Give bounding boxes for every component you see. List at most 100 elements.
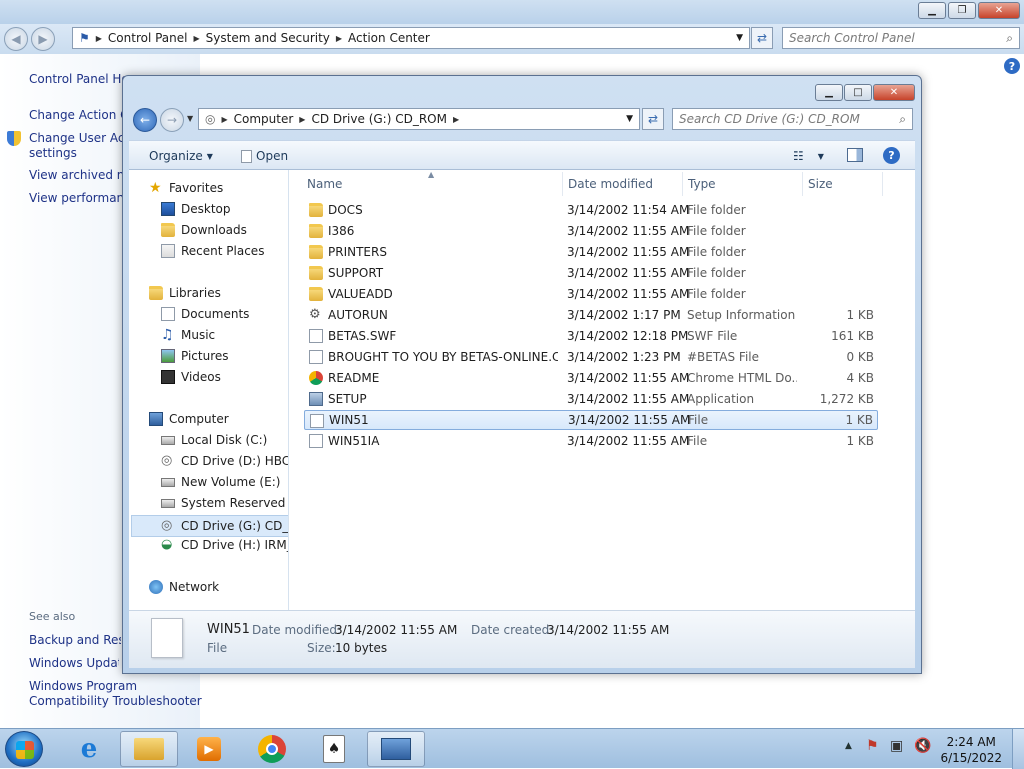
breadcrumb-computer[interactable]: Computer bbox=[234, 112, 294, 126]
libraries-icon bbox=[149, 286, 163, 300]
details-date-modified-label: Date modified: bbox=[252, 623, 342, 637]
file-row-support[interactable]: SUPPORT 3/14/2002 11:55 AM File folder bbox=[304, 263, 878, 283]
taskbar-solitaire[interactable]: ♠ bbox=[305, 731, 363, 767]
control-panel-icon bbox=[381, 738, 411, 760]
compat-troubleshooter-link-cont[interactable]: Compatibility Troubleshooter bbox=[29, 694, 202, 708]
nav-cd-drive-g[interactable]: ◎ CD Drive (G:) CD_RO bbox=[131, 515, 288, 537]
taskbar-internet-explorer[interactable]: e bbox=[60, 731, 118, 767]
column-divider[interactable] bbox=[562, 172, 563, 196]
view-performance-link[interactable]: View performance information bbox=[29, 191, 123, 205]
file-row-i386[interactable]: I386 3/14/2002 11:55 AM File folder bbox=[304, 221, 878, 241]
back-button[interactable]: ◀ bbox=[4, 27, 28, 51]
nav-recent-places[interactable]: Recent Places bbox=[161, 244, 264, 258]
nav-cd-drive-h[interactable]: ◒ CD Drive (H:) IRM_SI bbox=[161, 538, 288, 553]
column-header-name[interactable]: Name bbox=[307, 177, 342, 191]
organize-button[interactable]: Organize ▼ bbox=[149, 149, 213, 163]
windows-update-link[interactable]: Windows Update bbox=[29, 656, 119, 670]
file-row-win51ia[interactable]: WIN51IA 3/14/2002 11:55 AM File 1 KB bbox=[304, 431, 878, 451]
explorer-search-input[interactable]: Search CD Drive (G:) CD_ROM ⌕ bbox=[672, 108, 913, 130]
column-divider[interactable] bbox=[882, 172, 883, 196]
forward-button[interactable]: ▶ bbox=[31, 27, 55, 51]
explorer-forward-button[interactable]: → bbox=[160, 108, 184, 132]
explorer-minimize-button[interactable]: ▁ bbox=[815, 84, 843, 101]
show-hidden-icons-button[interactable]: ▲ bbox=[845, 741, 852, 751]
column-divider[interactable] bbox=[682, 172, 683, 196]
taskbar-media-player[interactable]: ▶ bbox=[180, 731, 238, 767]
explorer-close-button[interactable]: ✕ bbox=[873, 84, 915, 101]
breadcrumb-system-security[interactable]: System and Security bbox=[206, 31, 330, 45]
start-orb-button[interactable] bbox=[5, 731, 43, 767]
column-header-date[interactable]: Date modified bbox=[568, 177, 653, 191]
nav-pictures[interactable]: Pictures bbox=[161, 349, 229, 363]
see-also-heading: See also bbox=[29, 610, 76, 623]
nav-network[interactable]: Network bbox=[149, 580, 219, 594]
nav-music[interactable]: ♫ Music bbox=[161, 328, 215, 342]
column-header-size[interactable]: Size bbox=[808, 177, 833, 191]
view-list-icon: ☷ bbox=[793, 149, 804, 163]
explorer-back-button[interactable]: ← bbox=[133, 108, 157, 132]
control-panel-home-link[interactable]: Control Panel Home bbox=[29, 72, 125, 86]
explorer-maximize-button[interactable]: □ bbox=[844, 84, 872, 101]
view-archived-link[interactable]: View archived messages bbox=[29, 168, 123, 182]
clock-date: 6/15/2022 bbox=[940, 751, 1002, 765]
compat-troubleshooter-link[interactable]: Windows Program bbox=[29, 679, 137, 693]
media-player-icon: ▶ bbox=[197, 737, 221, 761]
column-divider[interactable] bbox=[802, 172, 803, 196]
taskbar-clock[interactable]: 2:24 AM 6/15/2022 bbox=[940, 734, 1002, 766]
nav-downloads[interactable]: Downloads bbox=[161, 223, 247, 237]
chevron-down-icon[interactable]: ▼ bbox=[626, 114, 633, 124]
backup-restore-link[interactable]: Backup and Restore bbox=[29, 633, 121, 647]
nav-libraries[interactable]: Libraries bbox=[149, 286, 221, 300]
nav-new-volume-e[interactable]: New Volume (E:) bbox=[161, 475, 280, 489]
volume-muted-icon[interactable]: 🔇 bbox=[914, 738, 931, 754]
breadcrumb-control-panel[interactable]: Control Panel bbox=[108, 31, 188, 45]
control-panel-navbar: ◀ ▶ ⚑ ▶ Control Panel ▶ System and Secur… bbox=[0, 24, 1024, 54]
change-view-button[interactable]: ☷ ▼ bbox=[793, 149, 824, 163]
file-row-setup[interactable]: SETUP 3/14/2002 11:55 AM Application 1,272 … bbox=[304, 389, 878, 409]
navigation-pane: ★ Favorites Desktop Downloads Recent Pla… bbox=[129, 170, 289, 610]
nav-local-disk-c[interactable]: Local Disk (C:) bbox=[161, 433, 267, 447]
nav-videos[interactable]: Videos bbox=[161, 370, 221, 384]
explorer-refresh-button[interactable]: ⇄ bbox=[642, 108, 664, 130]
explorer-address-bar[interactable]: ◎ ▶ Computer ▶ CD Drive (G:) CD_ROM ▶ ▼ bbox=[198, 108, 640, 130]
column-header-type[interactable]: Type bbox=[688, 177, 716, 191]
recent-pages-chevron-icon[interactable]: ▼ bbox=[187, 114, 193, 123]
breadcrumb-action-center[interactable]: Action Center bbox=[348, 31, 430, 45]
file-row-brought-to-you-by-betas-online-c[interactable]: BROUGHT TO YOU BY BETAS-ONLINE.C... 3/14/… bbox=[304, 347, 878, 367]
nav-documents[interactable]: Documents bbox=[161, 307, 249, 321]
open-button[interactable]: Open bbox=[241, 149, 288, 163]
action-center-flag-icon[interactable]: ⚑ bbox=[866, 738, 879, 754]
explorer-help-button[interactable]: ? bbox=[883, 147, 900, 164]
file-row-printers[interactable]: PRINTERS 3/14/2002 11:55 AM File folder bbox=[304, 242, 878, 262]
file-row-autorun[interactable]: ⚙ AUTORUN 3/14/2002 1:17 PM Setup Informati… bbox=[304, 305, 878, 325]
network-status-icon[interactable]: ▣ bbox=[890, 738, 903, 754]
taskbar-chrome[interactable] bbox=[243, 731, 301, 767]
search-input[interactable]: Search Control Panel ⌕ bbox=[782, 27, 1020, 49]
minimize-button[interactable]: ▁ bbox=[918, 2, 946, 19]
nav-system-reserved-f[interactable]: System Reserved (F:) bbox=[161, 496, 288, 510]
breadcrumb-cd-drive[interactable]: CD Drive (G:) CD_ROM bbox=[311, 112, 447, 126]
file-row-win51[interactable]: WIN51 3/14/2002 11:55 AM File 1 KB bbox=[304, 410, 878, 430]
preview-pane-button[interactable] bbox=[847, 148, 863, 162]
change-action-center-link[interactable]: Change Action Center settings bbox=[29, 108, 123, 122]
chevron-down-icon[interactable]: ▼ bbox=[736, 33, 743, 43]
desktop-icon bbox=[161, 202, 175, 216]
help-button[interactable]: ? bbox=[1004, 58, 1020, 74]
nav-computer[interactable]: Computer bbox=[149, 412, 229, 426]
show-desktop-button[interactable] bbox=[1012, 729, 1024, 769]
nav-cd-drive-d[interactable]: ◎ CD Drive (D:) HBCD_ bbox=[161, 454, 288, 469]
file-row-readme[interactable]: README 3/14/2002 11:55 AM Chrome HTML Do..… bbox=[304, 368, 878, 388]
file-row-docs[interactable]: DOCS 3/14/2002 11:54 AM File folder bbox=[304, 200, 878, 220]
maximize-button[interactable]: ❐ bbox=[948, 2, 976, 19]
taskbar-control-panel[interactable] bbox=[367, 731, 425, 767]
file-row-betas-swf[interactable]: BETAS.SWF 3/14/2002 12:18 PM SWF File 161 K… bbox=[304, 326, 878, 346]
change-uac-link[interactable]: Change User Account Control bbox=[29, 131, 123, 145]
address-bar[interactable]: ⚑ ▶ Control Panel ▶ System and Security … bbox=[72, 27, 750, 49]
close-button[interactable]: ✕ bbox=[978, 2, 1020, 19]
nav-desktop[interactable]: Desktop bbox=[161, 202, 231, 216]
taskbar-windows-explorer[interactable] bbox=[120, 731, 178, 767]
nav-favorites[interactable]: ★ Favorites bbox=[149, 181, 223, 195]
change-uac-link-cont[interactable]: settings bbox=[29, 146, 123, 160]
file-row-valueadd[interactable]: VALUEADD 3/14/2002 11:55 AM File folder bbox=[304, 284, 878, 304]
refresh-button[interactable]: ⇄ bbox=[751, 27, 773, 49]
